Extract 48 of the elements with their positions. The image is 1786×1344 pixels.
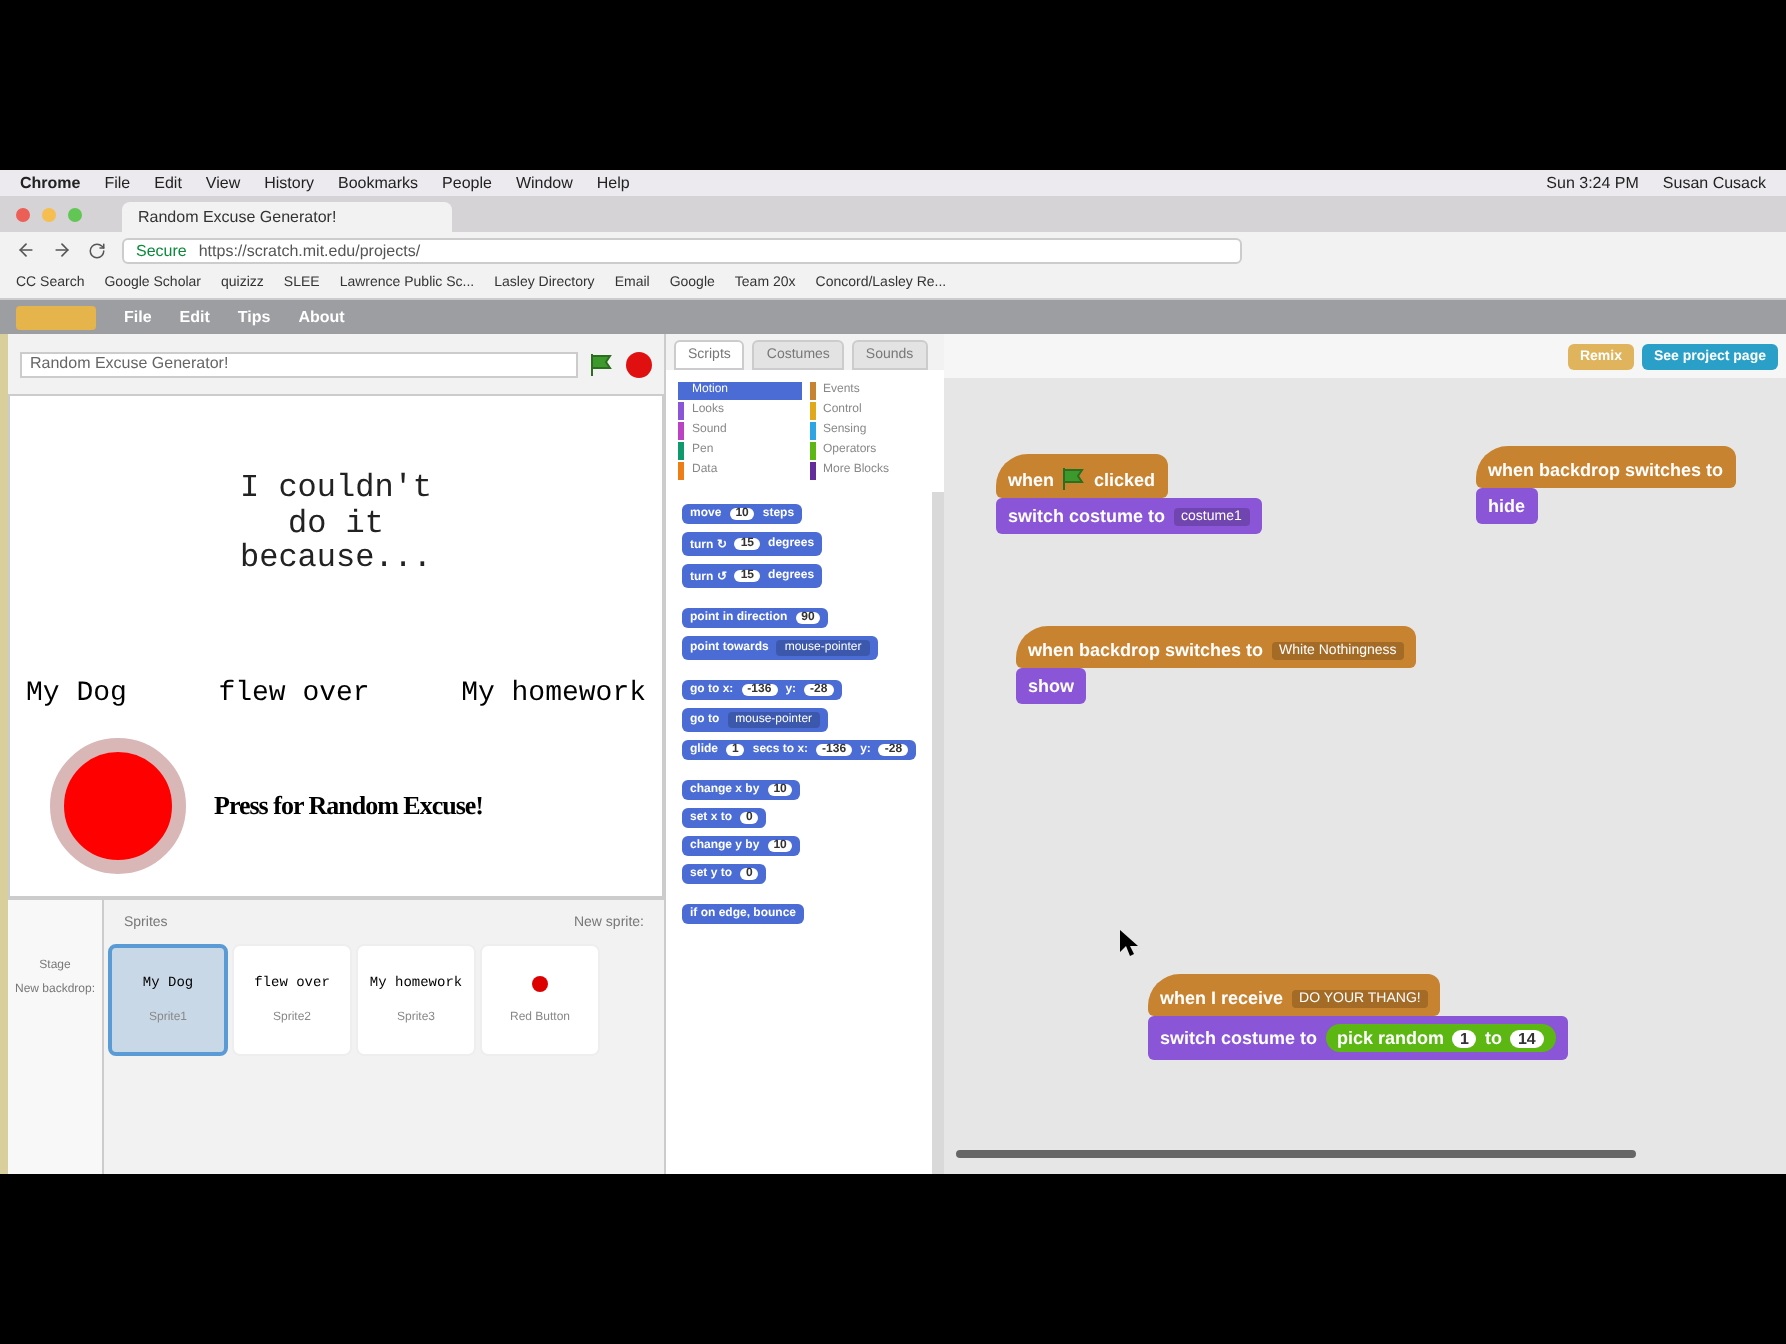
mouse-pointer-icon — [1120, 930, 1138, 956]
stop-icon[interactable] — [626, 351, 652, 377]
stage-text: My homework — [461, 677, 646, 710]
flag-icon[interactable] — [590, 353, 614, 375]
menu-item[interactable]: Help — [596, 174, 630, 192]
menu-item[interactable]: Edit — [154, 174, 182, 192]
menu-item[interactable]: File — [104, 174, 131, 192]
block-label: when backdrop switches to — [1028, 640, 1264, 660]
address-bar[interactable]: Secure https://scratch.mit.edu/projects/ — [122, 237, 1242, 263]
stage-text: My Dog — [26, 677, 127, 710]
reload-icon[interactable] — [88, 241, 106, 259]
menu-item[interactable]: Window — [515, 174, 573, 192]
project-title-field[interactable]: Random Excuse Generator! — [20, 351, 578, 377]
user-name[interactable]: Susan Cusack — [1662, 174, 1766, 192]
menu-item[interactable]: People — [442, 174, 492, 192]
secure-label: Secure — [136, 241, 187, 259]
menu-item[interactable]: History — [264, 174, 315, 192]
block-label: when — [1008, 469, 1055, 489]
browser-tab[interactable]: Random Excuse Generator! — [122, 202, 452, 232]
code-block[interactable]: switch costume to pick random 1 to 14 — [1148, 1016, 1568, 1060]
scrollbar[interactable] — [956, 1150, 1636, 1158]
url-text: https://scratch.mit.edu/projects/ — [198, 241, 421, 259]
block-label: pick random — [1337, 1028, 1445, 1048]
stage-text: flew over — [218, 677, 370, 710]
block-label: hide — [1488, 496, 1526, 516]
block-input[interactable]: 1 — [1452, 1029, 1477, 1047]
close-icon[interactable] — [16, 207, 30, 221]
flag-icon — [1062, 468, 1087, 490]
menu-item[interactable]: Chrome — [20, 174, 81, 192]
reporter-block[interactable]: pick random 1 to 14 — [1325, 1024, 1556, 1052]
block-label: clicked — [1094, 469, 1156, 489]
menu-item[interactable]: Bookmarks — [338, 174, 419, 192]
block-label: to — [1484, 1028, 1502, 1048]
block-label: show — [1028, 676, 1075, 696]
block-label: when I receive — [1160, 988, 1284, 1008]
dot-icon — [532, 976, 548, 992]
block-label: when backdrop switches to — [1488, 460, 1724, 480]
code-block[interactable]: hide — [1476, 488, 1538, 524]
stage-text: Press for Random Excuse! — [214, 789, 483, 822]
code-block[interactable]: show — [1016, 668, 1087, 704]
stage-text: I couldn't do it because... — [237, 472, 434, 578]
clock-text: Sun 3:24 PM — [1546, 174, 1639, 192]
menu-item[interactable]: View — [205, 174, 241, 192]
forward-icon[interactable] — [52, 240, 72, 260]
block-label: switch costume to — [1008, 506, 1166, 526]
block-label: switch costume to — [1160, 1028, 1318, 1048]
back-icon[interactable] — [16, 240, 36, 260]
block-input[interactable]: 14 — [1509, 1029, 1544, 1047]
